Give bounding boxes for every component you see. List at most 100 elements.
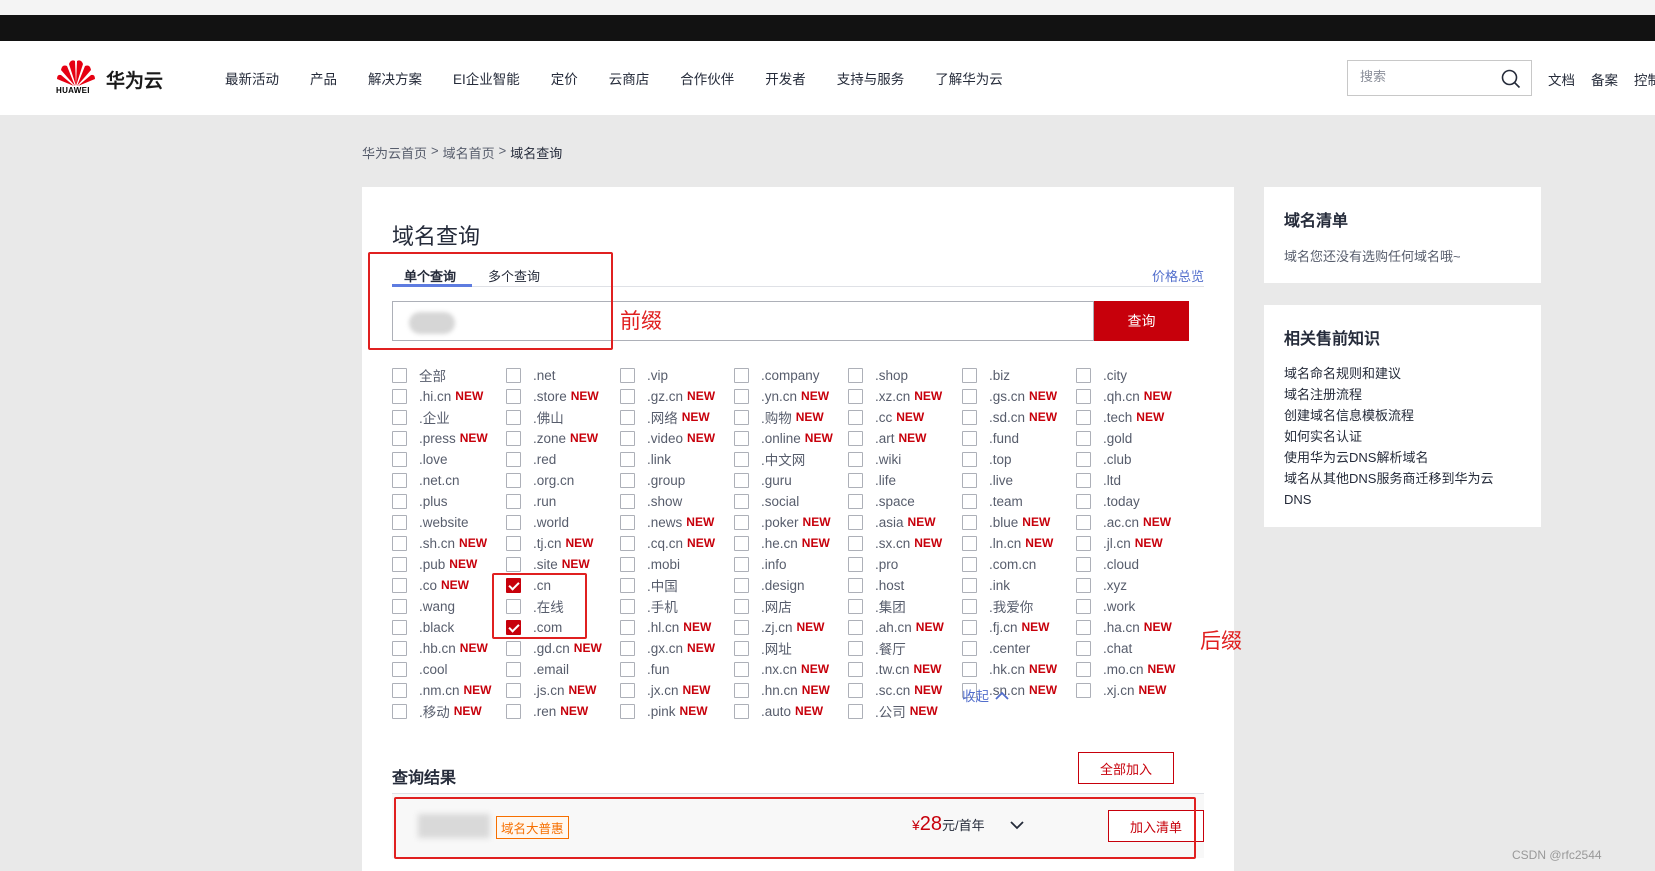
checkbox[interactable] [848,388,863,404]
header-link-docs[interactable]: 文档 [1548,69,1575,89]
header-link-filing[interactable]: 备案 [1591,69,1618,89]
checkbox[interactable] [1076,619,1091,635]
checkbox[interactable] [506,598,521,614]
suffix-option[interactable]: .black [392,617,454,637]
checkbox[interactable] [1076,682,1091,698]
suffix-option[interactable]: .xz.cn NEW [848,386,942,406]
suffix-option[interactable]: .wang [392,596,455,616]
suffix-option[interactable]: .pink NEW [620,701,708,721]
checkbox[interactable] [962,409,977,425]
checkbox[interactable] [620,598,635,614]
suffix-option[interactable]: .sx.cn NEW [848,533,942,553]
suffix-option[interactable]: .网店 [734,596,792,616]
checkbox[interactable] [848,577,863,593]
knowledge-link[interactable]: DNS [1284,489,1520,510]
suffix-option[interactable]: .pub NEW [392,554,477,574]
suffix-option[interactable]: .佛山 [506,407,564,427]
knowledge-link[interactable]: 域名命名规则和建议 [1284,363,1520,384]
nav-item-solutions[interactable]: 解决方案 [368,68,422,88]
checkbox[interactable] [848,472,863,488]
checkbox[interactable] [620,703,635,719]
suffix-option[interactable]: .guru [734,470,792,490]
checkbox[interactable] [734,409,749,425]
nav-item-activities[interactable]: 最新活动 [225,68,279,88]
checkbox[interactable] [392,661,407,677]
checkbox[interactable] [620,619,635,635]
checkbox[interactable] [392,598,407,614]
header-search[interactable] [1347,60,1532,96]
suffix-option[interactable]: .shop [848,365,908,385]
suffix-option[interactable]: .net.cn [392,470,460,490]
checkbox[interactable] [848,682,863,698]
checkbox[interactable] [620,640,635,656]
suffix-option[interactable]: .chat [1076,638,1132,658]
add-all-button[interactable]: 全部加入 [1078,752,1174,784]
suffix-option[interactable]: .info [734,554,787,574]
checkbox[interactable] [962,556,977,572]
suffix-option[interactable]: .news NEW [620,512,714,532]
suffix-option[interactable]: .gd.cn NEW [506,638,602,658]
suffix-option[interactable]: .art NEW [848,428,927,448]
suffix-option[interactable]: .sd.cn NEW [962,407,1057,427]
suffix-option[interactable]: .网络 NEW [620,407,710,427]
checkbox[interactable] [962,640,977,656]
huawei-cloud-logo[interactable]: HUAWEI 华为云 [56,58,163,98]
knowledge-link[interactable]: 创建域名信息模板流程 [1284,405,1520,426]
checkbox[interactable] [734,472,749,488]
checkbox[interactable] [734,598,749,614]
checkbox[interactable] [620,367,635,383]
checkbox[interactable] [1076,577,1091,593]
suffix-option[interactable]: .yn.cn NEW [734,386,829,406]
suffix-option[interactable]: .biz [962,365,1010,385]
suffix-option[interactable]: .xyz [1076,575,1127,595]
checkbox[interactable] [848,556,863,572]
suffix-option[interactable]: .work [1076,596,1135,616]
checkbox[interactable] [1076,535,1091,551]
suffix-option[interactable]: .我爱你 [962,596,1033,616]
suffix-option[interactable]: .cq.cn NEW [620,533,715,553]
checkbox[interactable] [392,556,407,572]
suffix-option[interactable]: .mobi [620,554,680,574]
suffix-option[interactable]: .site NEW [506,554,590,574]
suffix-option[interactable]: .link [620,449,671,469]
suffix-option[interactable]: .org.cn [506,470,574,490]
checkbox[interactable] [734,703,749,719]
suffix-option[interactable]: .life [848,470,896,490]
checkbox[interactable] [848,409,863,425]
checkbox[interactable] [392,514,407,530]
checkbox[interactable] [506,682,521,698]
suffix-option[interactable]: .vip [620,365,668,385]
suffix-option[interactable]: .tech NEW [1076,407,1164,427]
checkbox[interactable] [962,388,977,404]
checkbox[interactable] [848,367,863,383]
checkbox[interactable] [734,640,749,656]
checkbox[interactable] [620,409,635,425]
checkbox[interactable] [962,661,977,677]
checkbox[interactable] [734,556,749,572]
suffix-option[interactable]: .ln.cn NEW [962,533,1053,553]
checkbox[interactable] [620,514,635,530]
suffix-option[interactable]: .city [1076,365,1127,385]
search-icon[interactable] [1501,69,1521,89]
checkbox[interactable] [848,598,863,614]
checkbox[interactable] [392,640,407,656]
suffix-option[interactable]: .online NEW [734,428,833,448]
suffix-option[interactable]: .gold [1076,428,1132,448]
checkbox[interactable] [506,367,521,383]
price-overview-link[interactable]: 价格总览 [1152,266,1204,285]
add-to-list-button[interactable]: 加入清单 [1108,810,1204,842]
suffix-option[interactable]: .red [506,449,556,469]
checkbox[interactable] [962,493,977,509]
suffix-option[interactable]: .pro [848,554,898,574]
checkbox[interactable] [620,682,635,698]
checkbox[interactable] [1076,640,1091,656]
suffix-option[interactable]: .store NEW [506,386,599,406]
suffix-option[interactable]: .ha.cn NEW [1076,617,1172,637]
checkbox[interactable] [848,493,863,509]
suffix-option[interactable]: .show [620,491,682,511]
suffix-option[interactable]: .cool [392,659,448,679]
nav-item-support[interactable]: 支持与服务 [837,68,905,88]
checkbox[interactable] [1076,661,1091,677]
checkbox[interactable] [506,451,521,467]
suffix-option[interactable]: .he.cn NEW [734,533,830,553]
